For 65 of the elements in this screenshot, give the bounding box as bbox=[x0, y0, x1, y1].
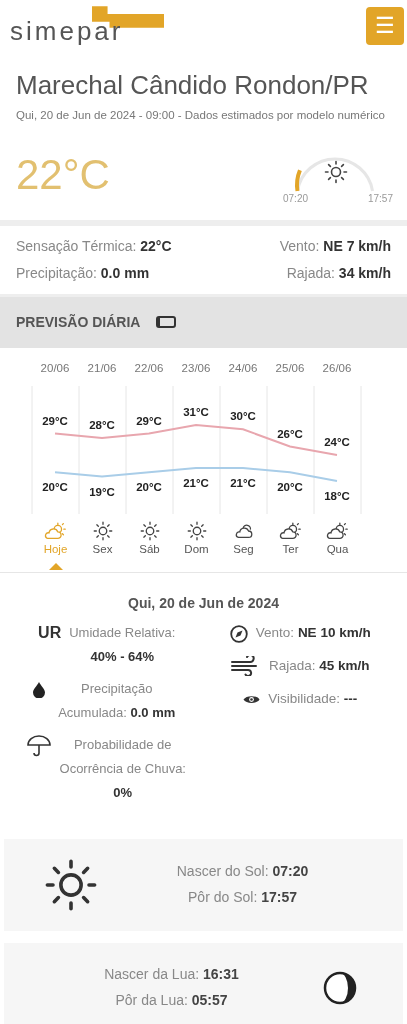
forecast-detail: Precipitação Acumulada: 0.0 mm bbox=[57, 680, 177, 723]
temperature-label: 24°C bbox=[324, 436, 350, 448]
temperature-label: 18°C bbox=[324, 489, 350, 502]
temperature-label: 30°C bbox=[230, 410, 256, 423]
partly-cloudy-icon bbox=[43, 520, 68, 541]
forecast-detail: Umidade Relativa: 40% - 64% bbox=[69, 624, 176, 667]
partly-cloudy-icon bbox=[325, 520, 350, 541]
day-tab[interactable]: Dom bbox=[184, 540, 209, 559]
day-tab[interactable]: Sáb bbox=[139, 540, 160, 559]
sun-icon bbox=[44, 858, 98, 913]
selected-date: Qui, 20 de Jun de 2024 bbox=[127, 594, 280, 614]
day-tab[interactable]: Ter bbox=[282, 540, 299, 559]
date-label: 26/06 bbox=[322, 361, 352, 374]
sunrise-time: 07:20 bbox=[283, 191, 309, 206]
sun-icon bbox=[186, 520, 207, 541]
temperature-label: 31°C bbox=[183, 405, 209, 418]
sunrise-text: Nascer do Sol: 07:20 bbox=[175, 862, 310, 882]
partly-cloudy-icon bbox=[278, 520, 303, 541]
date-label: 25/06 bbox=[275, 361, 305, 374]
temperature-label: 26°C bbox=[277, 427, 303, 440]
sunset-text: Pôr do Sol: 17:57 bbox=[187, 888, 298, 908]
umbrella-icon bbox=[26, 734, 51, 757]
current-temperature: 22°C bbox=[16, 149, 110, 200]
moonrise-text: Nascer da Lua: 16:31 bbox=[103, 965, 240, 985]
subtitle: Qui, 20 de Jun de 2024 - 09:00 - Dados estimados por modelo numérico bbox=[16, 108, 386, 124]
date-label: 20/06 bbox=[40, 361, 70, 374]
temperature-label: 20°C bbox=[277, 481, 303, 494]
day-tab[interactable]: Seg bbox=[233, 540, 254, 559]
temperature-label: 28°C bbox=[89, 418, 115, 431]
sunset-time: 17:57 bbox=[367, 191, 393, 206]
sun-icon bbox=[324, 159, 348, 184]
logo[interactable]: simepar bbox=[10, 18, 124, 44]
temperature-label: 20°C bbox=[136, 481, 162, 494]
date-label: 24/06 bbox=[228, 361, 258, 374]
display-icon bbox=[156, 316, 177, 329]
date-label: 23/06 bbox=[181, 361, 211, 374]
moonset-text: Pôr da Lua: 05:57 bbox=[114, 991, 229, 1011]
date-label: 22/06 bbox=[134, 361, 164, 374]
selected-pointer bbox=[48, 563, 63, 571]
humidity-icon: UR bbox=[38, 624, 62, 641]
section-title: PREVISÃO DIÁRIA bbox=[16, 312, 141, 332]
forecast-detail: Probabilidade de Ocorrência de Chuva: 0% bbox=[58, 736, 187, 803]
eye-icon bbox=[243, 693, 261, 705]
sun-icon bbox=[139, 520, 160, 541]
date-label: 21/06 bbox=[87, 361, 117, 374]
detail-text: Rajada: 34 km/h bbox=[286, 264, 391, 281]
day-tab[interactable]: Qua bbox=[326, 540, 349, 559]
temperature-label: 21°C bbox=[183, 476, 209, 489]
day-tab[interactable]: Sex bbox=[92, 540, 113, 559]
temperature-label: 29°C bbox=[42, 414, 68, 427]
detail-text: Vento: NE 7 km/h bbox=[279, 237, 391, 254]
temperature-label: 21°C bbox=[230, 476, 256, 489]
sun-icon bbox=[92, 520, 113, 541]
forecast-detail: Visibilidade: --- bbox=[268, 689, 358, 708]
drop-icon bbox=[32, 681, 45, 698]
temperature-label: 20°C bbox=[42, 481, 68, 494]
forecast-detail: Vento: NE 10 km/h bbox=[255, 624, 371, 642]
forecast-detail: Rajada: 45 km/h bbox=[268, 657, 370, 675]
city-name: Marechal Cândido Rondon/PR bbox=[16, 70, 370, 102]
detail-text: Precipitação: 0.0 mm bbox=[16, 264, 150, 281]
temperature-label: 19°C bbox=[89, 485, 115, 498]
moon-phase-icon bbox=[323, 971, 357, 1006]
detail-text: Sensação Térmica: 22°C bbox=[16, 237, 172, 254]
temperature-label: 29°C bbox=[136, 414, 162, 427]
compass-icon bbox=[229, 624, 248, 643]
